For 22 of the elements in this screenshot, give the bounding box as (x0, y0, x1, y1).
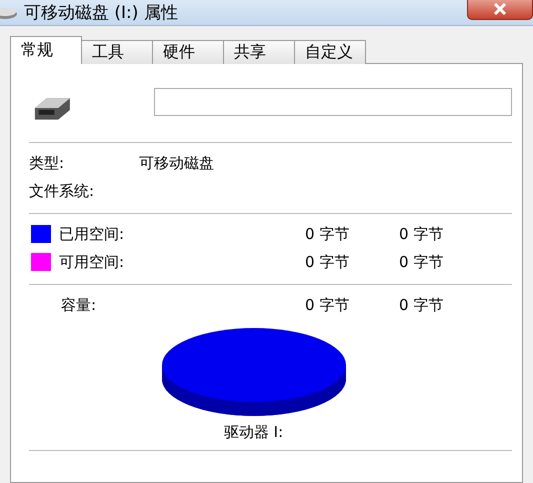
close-icon (493, 3, 507, 15)
tab[interactable]: 共享 (223, 40, 295, 64)
property-label: 类型: (29, 154, 66, 172)
tab[interactable]: 硬件 (152, 40, 224, 64)
tab[interactable]: 工具 (81, 40, 153, 64)
tab[interactable]: 自定义 (294, 40, 366, 64)
size-value: 0 字节 (399, 224, 444, 244)
window-title: 可移动磁盘 (I:) 属性 (24, 2, 178, 24)
close-button[interactable] (467, 0, 533, 20)
byte-count: 0 字节 (305, 252, 350, 272)
drive-name-field[interactable] (154, 88, 512, 116)
drive-label: 驱动器 I: (222, 423, 284, 442)
size-value: 0 字节 (399, 296, 444, 314)
space-label: 已用空间: (59, 224, 126, 244)
size-value: 0 字节 (399, 252, 444, 272)
property-label: 文件系统: (29, 182, 96, 200)
space-label: 可用空间: (59, 252, 126, 272)
capacity-label: 容量: (61, 296, 96, 314)
property-value: 可移动磁盘 (139, 154, 214, 172)
byte-count: 0 字节 (305, 224, 350, 244)
tab[interactable]: 常规 (10, 36, 82, 64)
byte-count: 0 字节 (305, 296, 350, 314)
